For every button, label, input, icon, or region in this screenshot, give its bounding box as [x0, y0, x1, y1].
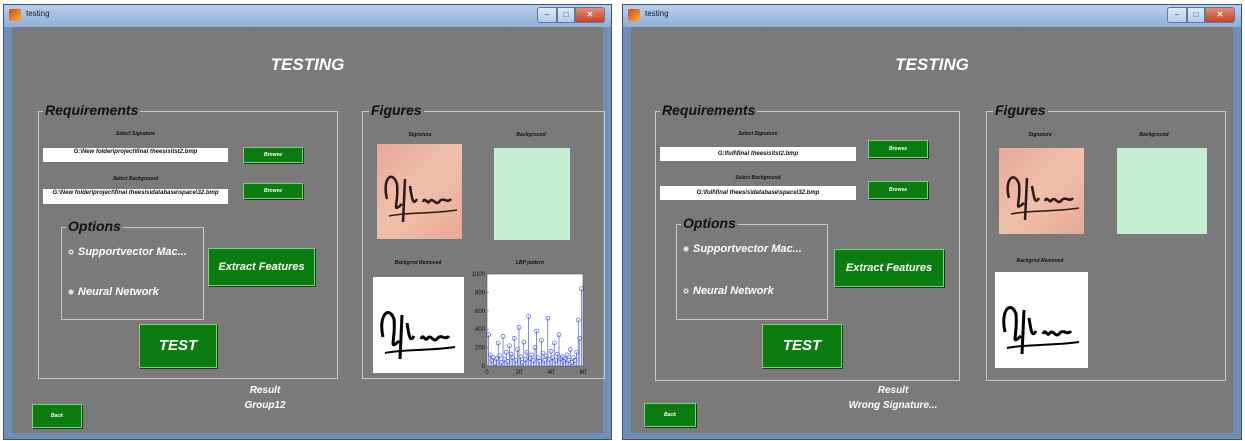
y-tick-label: 800 — [475, 290, 486, 296]
result-label: Result — [249, 385, 281, 396]
radio-svm[interactable] — [683, 246, 689, 252]
options-panel: Options Supportvector Mac... Neural Netw… — [676, 215, 828, 320]
select-signature-label: Select Signature — [738, 131, 778, 137]
extract-features-button[interactable]: Extract Features — [834, 249, 944, 287]
page-title: TESTING — [270, 55, 345, 74]
back-button[interactable]: Back — [32, 404, 82, 428]
minimize-icon[interactable]: – — [1167, 7, 1187, 23]
background-image — [1117, 148, 1207, 234]
radio-neural-network[interactable] — [683, 288, 689, 294]
testing-window-2: testing – □ ✕ TESTING Requirements Selec… — [622, 4, 1242, 440]
app-icon — [9, 9, 21, 21]
window-controls: – □ ✕ — [1167, 7, 1235, 23]
fig-signature-label: Signature — [408, 132, 432, 138]
select-background-label: Select Background — [112, 176, 159, 182]
figures-title: Figures — [993, 102, 1048, 118]
bg-removed-image — [995, 272, 1088, 368]
option-neural-network[interactable]: Neural Network — [683, 285, 774, 297]
close-icon[interactable]: ✕ — [575, 7, 605, 23]
fig-bg-removed-label: Backgrnd Removed — [1016, 258, 1064, 264]
requirements-title: Requirements — [43, 102, 141, 118]
page-title: TESTING — [895, 55, 969, 74]
app-icon — [628, 9, 640, 21]
option-svm-label: Supportvector Mac... — [78, 246, 187, 258]
requirements-title: Requirements — [660, 102, 758, 118]
requirements-panel: Requirements Select Signature G:\New fol… — [38, 102, 338, 379]
option-nn-label: Neural Network — [78, 286, 159, 298]
back-button[interactable]: Back — [644, 403, 696, 427]
y-tick-label: 400 — [475, 327, 486, 333]
y-tick-label: 1000 — [472, 272, 486, 278]
signature-path-field[interactable]: G:\full\final theesis\tst2.bmp — [660, 147, 856, 161]
x-tick-label: 0 — [485, 370, 489, 376]
fig-lbp-label: LBP pattern — [515, 260, 545, 266]
test-button[interactable]: TEST — [139, 324, 217, 368]
x-tick-label: 20 — [516, 370, 523, 376]
fig-background-label: Background — [516, 132, 546, 138]
browse-background-button[interactable]: Browse — [868, 181, 928, 199]
radio-neural-network[interactable] — [68, 289, 74, 295]
radio-svm[interactable] — [68, 249, 74, 255]
options-panel: Options Supportvector Mac... Neural Netw… — [61, 218, 204, 320]
testing-window-1: testing – □ ✕ TESTING Requirements Selec… — [3, 4, 612, 440]
lbp-chart: 020040060080010000 20 40 60 — [472, 272, 587, 376]
result-label: Result — [877, 385, 909, 396]
extract-features-button[interactable]: Extract Features — [208, 248, 315, 286]
fig-bg-removed-label: Backgrnd Removed — [394, 260, 442, 266]
background-path-field[interactable]: G:\full\final theesis\database\space\32.… — [660, 186, 856, 200]
y-tick-label: 600 — [475, 309, 486, 315]
test-button[interactable]: TEST — [762, 324, 842, 368]
select-background-label: Select Background — [735, 175, 781, 181]
maximize-icon[interactable]: □ — [557, 7, 575, 23]
browse-signature-button[interactable]: Browse — [868, 140, 928, 158]
browse-signature-button[interactable]: Browse — [243, 147, 303, 163]
window-title: testing — [645, 9, 669, 18]
option-nn-label: Neural Network — [693, 285, 774, 297]
option-svm[interactable]: Supportvector Mac... — [683, 243, 802, 255]
window-title: testing — [26, 9, 50, 18]
signature-image — [377, 144, 462, 239]
option-svm[interactable]: Supportvector Mac... — [68, 246, 187, 258]
option-neural-network[interactable]: Neural Network — [68, 286, 159, 298]
select-signature-label: Select Signature — [115, 131, 156, 137]
background-path-field[interactable]: G:\New folder\project\final theesis\data… — [43, 189, 228, 204]
option-svm-label: Supportvector Mac... — [693, 243, 802, 255]
bg-removed-image — [373, 277, 464, 373]
fig-background-label: Background — [1139, 132, 1169, 138]
browse-background-button[interactable]: Browse — [243, 183, 303, 199]
requirements-panel: Requirements Select Signature G:\full\fi… — [655, 102, 960, 381]
figures-panel: Figures Signature Background Backgrnd Re… — [986, 102, 1226, 381]
result-value: Wrong Signature... — [848, 400, 938, 411]
window-client: TESTING Requirements Select Signature G:… — [12, 27, 605, 433]
signature-path-field[interactable]: G:\New folder\project\final theesis\tst2… — [43, 148, 228, 162]
result-value: Group12 — [244, 400, 286, 411]
x-tick-label: 60 — [580, 370, 587, 376]
window-controls: – □ ✕ — [537, 7, 605, 23]
figures-panel: Figures Signature Background Backgrnd Re… — [362, 102, 605, 379]
title-bar: testing – □ ✕ — [623, 5, 1241, 27]
x-tick-label: 40 — [548, 370, 555, 376]
maximize-icon[interactable]: □ — [1187, 7, 1205, 23]
close-icon[interactable]: ✕ — [1205, 7, 1235, 23]
signature-image — [999, 148, 1084, 234]
background-image — [494, 148, 570, 240]
window-client: TESTING Requirements Select Signature G:… — [631, 27, 1233, 433]
minimize-icon[interactable]: – — [537, 7, 557, 23]
title-bar: testing – □ ✕ — [4, 5, 611, 27]
fig-signature-label: Signature — [1028, 132, 1052, 138]
options-title: Options — [681, 215, 738, 231]
figures-title: Figures — [369, 102, 424, 118]
options-title: Options — [66, 218, 123, 234]
y-tick-label: 200 — [475, 346, 486, 352]
